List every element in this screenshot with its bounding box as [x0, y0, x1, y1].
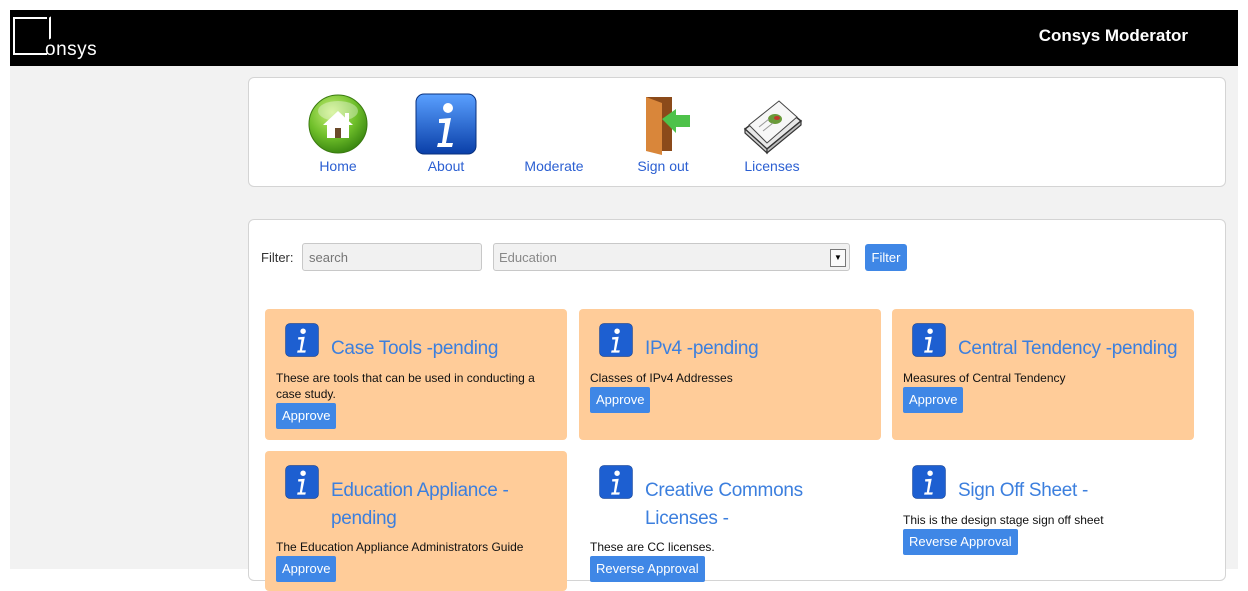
- nav-sign-out[interactable]: Sign out: [618, 92, 708, 174]
- info-icon[interactable]: [599, 323, 633, 357]
- licenses-icon: [743, 100, 803, 155]
- approve-button[interactable]: Approve: [903, 387, 964, 413]
- nav-about-label: About: [427, 158, 465, 174]
- nav-panel: Home About Moderate Sign out Licenses: [248, 77, 1226, 187]
- sign-out-icon: [646, 97, 690, 155]
- nav-moderate[interactable]: Moderate: [509, 92, 599, 174]
- category-select-value: Education: [499, 250, 557, 265]
- info-icon: [415, 93, 477, 155]
- nav-licenses-label: Licenses: [744, 158, 800, 174]
- nav-home-label: Home: [319, 158, 357, 174]
- card-description: Measures of Central Tendency: [903, 371, 1066, 385]
- approve-button[interactable]: Approve: [276, 403, 337, 429]
- nav-moderate-label: Moderate: [524, 158, 584, 174]
- card-ipv4: IPv4 -pending Classes of IPv4 Addresses …: [579, 309, 881, 440]
- consys-logo[interactable]: onsys: [10, 17, 130, 65]
- reverse-approval-button[interactable]: Reverse Approval: [903, 529, 1018, 555]
- card-central-tendency: Central Tendency -pending Measures of Ce…: [892, 309, 1194, 440]
- nav-licenses[interactable]: Licenses: [727, 92, 817, 174]
- filter-label: Filter:: [261, 250, 294, 265]
- info-icon[interactable]: [599, 465, 633, 499]
- card-education-appliance: Education Appliance - pending The Educat…: [265, 451, 567, 591]
- filter-button[interactable]: Filter: [865, 244, 907, 271]
- home-icon: [308, 94, 368, 154]
- nav-sign-out-label: Sign out: [637, 158, 689, 174]
- card-title[interactable]: Case Tools -pending: [331, 335, 561, 363]
- card-creative-commons: Creative Commons Licenses - These are CC…: [579, 451, 881, 591]
- card-title[interactable]: Central Tendency -pending: [958, 335, 1188, 363]
- card-description: This is the design stage sign off sheet: [903, 513, 1104, 527]
- info-icon[interactable]: [912, 323, 946, 357]
- approve-button[interactable]: Approve: [276, 556, 337, 582]
- card-title[interactable]: Education Appliance - pending: [331, 477, 531, 533]
- approve-button[interactable]: Approve: [590, 387, 651, 413]
- card-description: Classes of IPv4 Addresses: [590, 371, 733, 385]
- card-case-tools: Case Tools -pending These are tools that…: [265, 309, 567, 440]
- chevron-down-icon[interactable]: ▼: [830, 249, 846, 267]
- app-title: Consys Moderator: [1038, 26, 1188, 45]
- card-title[interactable]: Creative Commons Licenses -: [645, 477, 825, 533]
- card-description: The Education Appliance Administrators G…: [276, 540, 524, 554]
- card-title[interactable]: IPv4 -pending: [645, 335, 875, 363]
- card-description: These are CC licenses.: [590, 540, 715, 554]
- top-bar: onsys Consys Moderator: [10, 10, 1238, 66]
- category-select[interactable]: Education ▼: [493, 243, 850, 271]
- logo-mark: [13, 17, 47, 55]
- content-panel: Filter: Education ▼ Filter Case Tools -p…: [248, 219, 1226, 591]
- card-title[interactable]: Sign Off Sheet -: [958, 477, 1188, 505]
- reverse-approval-button[interactable]: Reverse Approval: [590, 556, 705, 582]
- info-icon[interactable]: [285, 323, 319, 357]
- logo-text: onsys: [45, 39, 98, 60]
- info-icon[interactable]: [285, 465, 319, 499]
- search-input[interactable]: [302, 243, 482, 271]
- info-icon[interactable]: [912, 465, 946, 499]
- card-description: These are tools that can be used in cond…: [276, 371, 535, 401]
- nav-home[interactable]: Home: [293, 92, 383, 174]
- nav-about[interactable]: About: [401, 92, 491, 174]
- card-sign-off-sheet: Sign Off Sheet - This is the design stag…: [892, 451, 1194, 591]
